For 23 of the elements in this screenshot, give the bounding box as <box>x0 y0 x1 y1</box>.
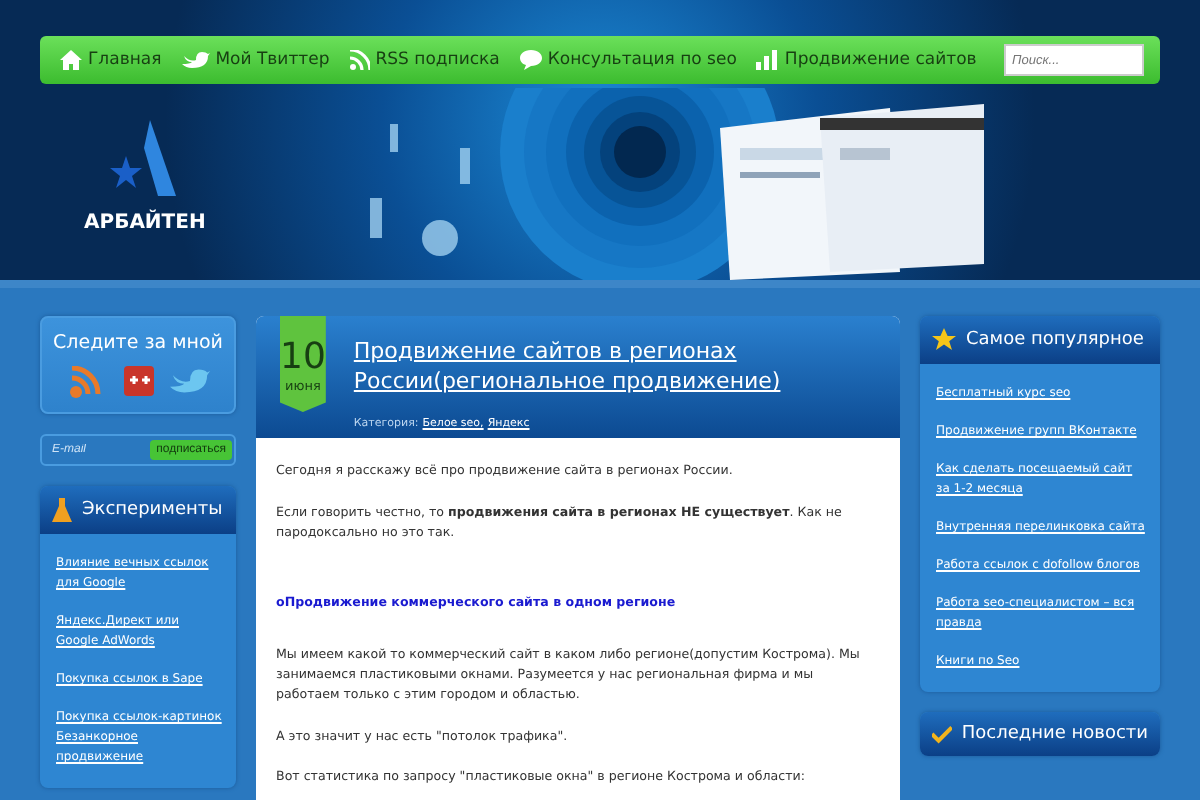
widget-title: Самое популярное <box>966 330 1144 350</box>
nav-link[interactable]: Мой Твиттер <box>181 50 330 70</box>
logo-icon <box>110 120 179 200</box>
widget-title: Последние новости <box>961 724 1148 744</box>
flask-icon <box>52 498 72 522</box>
home-icon <box>60 50 82 70</box>
nav-link[interactable]: Консультация по seo <box>519 50 737 70</box>
logo-text: АРБАЙТЕН <box>84 212 206 234</box>
rss-icon <box>349 50 370 70</box>
post-title[interactable]: Продвижение сайтов в регионах России(региональное продвижение) <box>353 336 888 396</box>
date-day: 10 <box>280 335 326 377</box>
google-plus-icon[interactable] <box>123 366 153 396</box>
bar-chart-icon <box>756 50 779 70</box>
bird-icon[interactable] <box>169 366 209 396</box>
widget-title: Эксперименты <box>82 500 223 520</box>
bird-icon <box>181 50 210 70</box>
speech-bubble-icon <box>519 50 542 70</box>
nav-link[interactable]: Главная <box>60 50 162 70</box>
star-icon <box>932 328 956 352</box>
follow-title: Следите за мной <box>53 332 223 354</box>
nav-link[interactable]: Продвижение сайтов <box>756 50 977 70</box>
nav-link[interactable]: RSS подписка <box>349 50 500 70</box>
checkmark-icon <box>932 724 952 744</box>
